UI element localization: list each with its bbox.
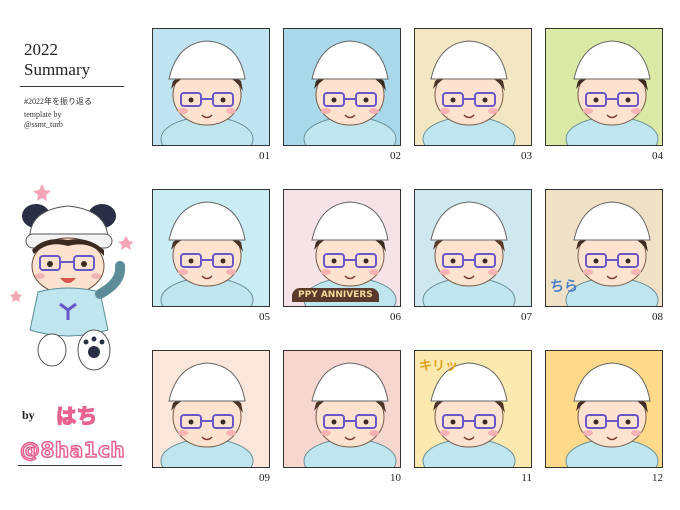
template-credit-label: template by [24, 110, 62, 119]
illustration-tile-10[interactable] [283, 350, 401, 468]
tile-number-09: 09 [259, 472, 270, 484]
illustration-tile-02[interactable] [283, 28, 401, 146]
tile-number-01: 01 [259, 150, 270, 162]
illustration-tile-05[interactable] [152, 189, 270, 307]
tile-artwork-07 [422, 201, 516, 306]
tile-caption-06: PPY ANNIVERS [292, 288, 379, 302]
tile-number-11: 11 [521, 472, 532, 484]
template-credit-handle: @ssmt_turb [24, 120, 63, 129]
tile-number-05: 05 [259, 311, 270, 323]
summary-title: Summary [24, 60, 91, 79]
illustration-tile-03[interactable] [414, 28, 532, 146]
tile-artwork-10 [303, 362, 397, 467]
tile-artwork-04 [565, 40, 659, 145]
author-handle[interactable]: @8ha1ch [19, 437, 125, 463]
illustration-tile-08[interactable]: ちら [545, 189, 663, 307]
tile-caption-11: キリッ [419, 359, 459, 374]
tile-caption-08: ちら [550, 279, 578, 295]
tile-number-08: 08 [652, 311, 663, 323]
illustration-tile-11[interactable]: キリッ [414, 350, 532, 468]
mascot-illustration [10, 184, 134, 371]
illustration-tile-07[interactable] [414, 189, 532, 307]
tile-number-10: 10 [390, 472, 401, 484]
tile-number-06: 06 [390, 311, 401, 323]
illustration-tile-04[interactable] [545, 28, 663, 146]
tile-artwork-05 [160, 201, 254, 306]
title-divider [20, 86, 124, 87]
tile-artwork-03 [422, 40, 516, 145]
illustration-tile-09[interactable] [152, 350, 270, 468]
author-divider [18, 465, 122, 466]
tile-number-07: 07 [521, 311, 532, 323]
tile-number-12: 12 [652, 472, 663, 484]
tile-artwork-09 [160, 362, 254, 467]
left-panel: 2022 Summary #2022年を振り返る template by @ss… [0, 0, 140, 510]
tile-artwork-12 [565, 362, 659, 467]
tile-number-02: 02 [390, 150, 401, 162]
hashtag: #2022年を振り返る [24, 97, 92, 106]
illustration-tile-12[interactable] [545, 350, 663, 468]
tile-number-03: 03 [521, 150, 532, 162]
tile-number-04: 04 [652, 150, 663, 162]
tile-artwork-01 [160, 40, 254, 145]
summary-year: 2022 [24, 40, 58, 59]
tile-artwork-02 [303, 40, 397, 145]
author-by-label: by [22, 408, 35, 422]
author-name: はち [55, 403, 98, 429]
illustration-tile-01[interactable] [152, 28, 270, 146]
illustration-tile-06[interactable]: PPY ANNIVERS [283, 189, 401, 307]
